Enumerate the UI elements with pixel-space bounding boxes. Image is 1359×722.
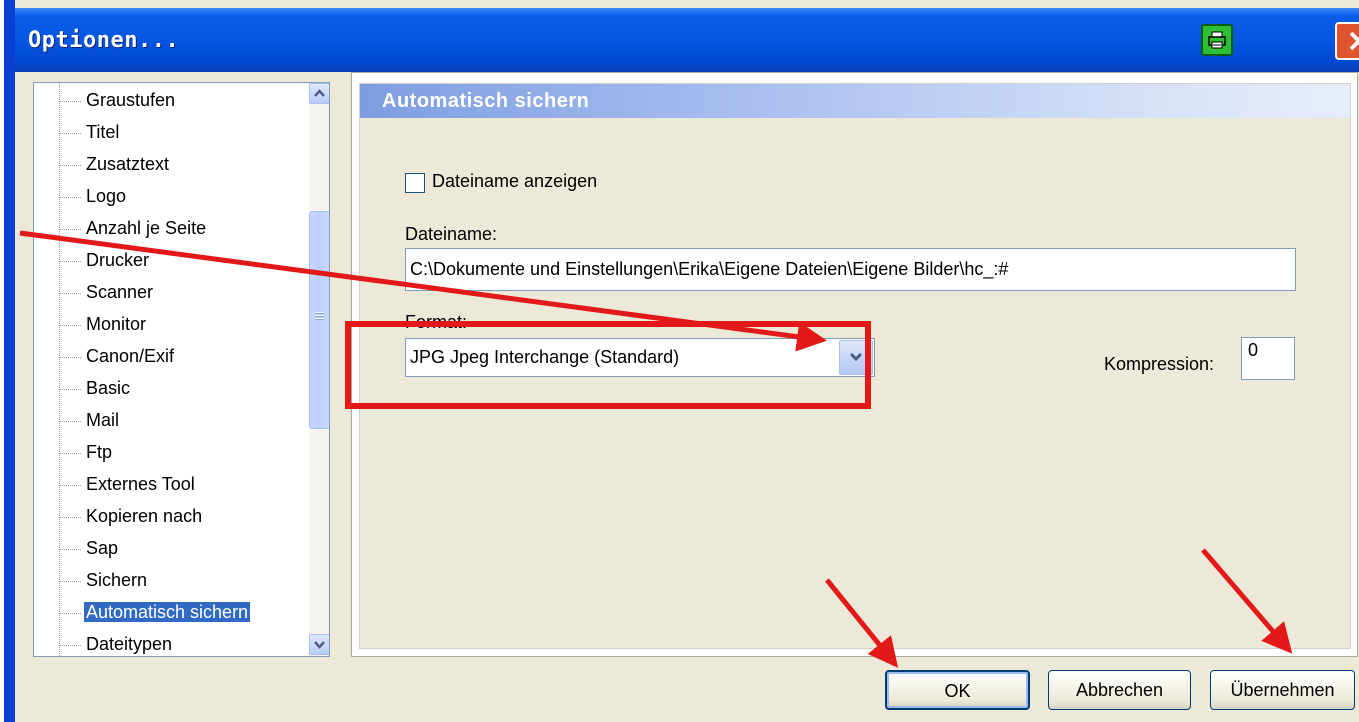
tree-item-ftp[interactable]: Ftp [59, 437, 114, 467]
filename-input[interactable]: C:\Dokumente und Einstellungen\Erika\Eig… [405, 248, 1296, 291]
format-dropdown-button[interactable] [839, 340, 873, 375]
scroll-up-button[interactable] [309, 83, 329, 104]
tree-item-dateitypen[interactable]: Dateitypen [59, 629, 174, 656]
options-tree: Graustufen Titel Zusatztext Logo Anzahl … [33, 82, 330, 657]
tree-item-automatisch-sichern[interactable]: Automatisch sichern [59, 597, 251, 627]
print-button[interactable] [1201, 24, 1233, 56]
chevron-up-icon [314, 89, 325, 97]
show-filename-label: Dateiname anzeigen [432, 171, 598, 191]
show-filename-checkbox[interactable] [405, 173, 425, 193]
tree-item-scanner[interactable]: Scanner [59, 277, 155, 307]
tree-item-monitor[interactable]: Monitor [59, 309, 148, 339]
apply-button[interactable]: Übernehmen [1210, 670, 1355, 710]
compression-input[interactable]: 0 [1241, 337, 1295, 380]
panel-header: Automatisch sichern [360, 84, 1350, 118]
ok-button[interactable]: OK [885, 670, 1030, 710]
tree-item-kopieren-nach[interactable]: Kopieren nach [59, 501, 204, 531]
title-bar: Optionen... [15, 8, 1359, 72]
panel-title: Automatisch sichern [382, 90, 590, 112]
dialog-client: Graustufen Titel Zusatztext Logo Anzahl … [15, 72, 1359, 722]
settings-panel-body: Automatisch sichern Dateiname anzeigen D… [359, 83, 1351, 649]
filename-label: Dateiname: [405, 224, 498, 244]
tree-item-zusatztext[interactable]: Zusatztext [59, 149, 171, 179]
left-border [0, 0, 15, 722]
chevron-down-icon [849, 352, 863, 362]
settings-panel: Automatisch sichern Dateiname anzeigen D… [351, 72, 1358, 657]
tree-scrollbar[interactable] [309, 83, 329, 656]
tree-item-canon-exif[interactable]: Canon/Exif [59, 341, 176, 371]
close-button[interactable] [1335, 22, 1359, 60]
format-select-value: JPG Jpeg Interchange (Standard) [410, 347, 680, 367]
tree-item-externes-tool[interactable]: Externes Tool [59, 469, 197, 499]
cancel-button[interactable]: Abbrechen [1048, 670, 1191, 710]
format-select[interactable]: JPG Jpeg Interchange (Standard) [405, 338, 875, 377]
format-label: Format: [405, 312, 468, 332]
chevron-down-icon [314, 641, 325, 649]
window-title: Optionen... [28, 28, 180, 53]
scroll-down-button[interactable] [309, 634, 329, 655]
tree-item-mail[interactable]: Mail [59, 405, 121, 435]
tree-item-sap[interactable]: Sap [59, 533, 120, 563]
tree-item-logo[interactable]: Logo [59, 181, 128, 211]
close-icon [1349, 31, 1359, 51]
tree-item-basic[interactable]: Basic [59, 373, 132, 403]
tree-item-anzahl-je-seite[interactable]: Anzahl je Seite [59, 213, 208, 243]
compression-label: Kompression: [1104, 354, 1215, 374]
printer-icon [1208, 31, 1226, 49]
tree-item-sichern[interactable]: Sichern [59, 565, 149, 595]
tree-item-graustufen[interactable]: Graustufen [59, 85, 177, 115]
tree-item-titel[interactable]: Titel [59, 117, 121, 147]
tree-item-drucker[interactable]: Drucker [59, 245, 151, 275]
scroll-thumb[interactable] [309, 211, 329, 429]
